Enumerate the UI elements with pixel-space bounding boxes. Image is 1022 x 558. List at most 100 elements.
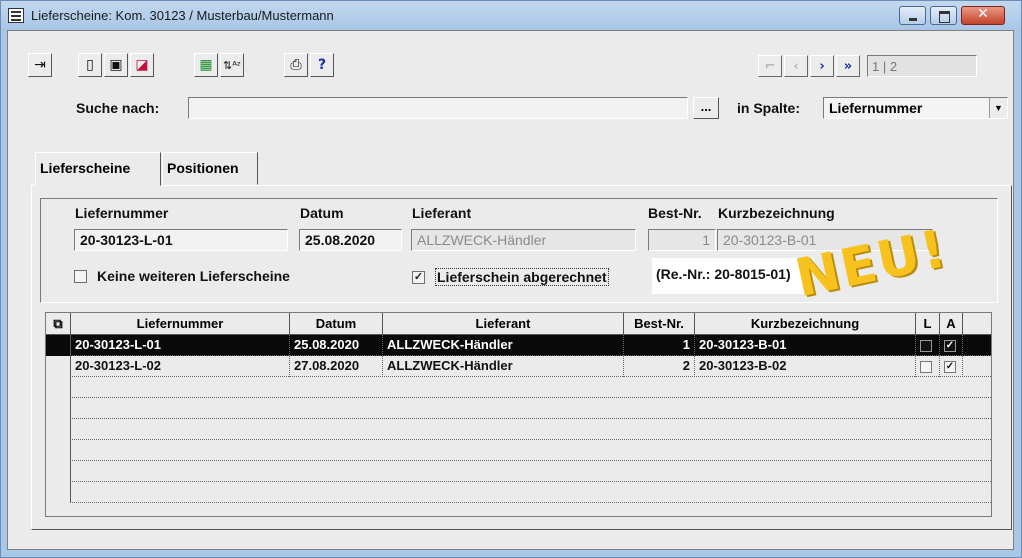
cell-kurzbezeichnung[interactable]: 20-30123-B-02 — [695, 356, 916, 377]
row-header[interactable] — [46, 461, 71, 482]
cell-l[interactable] — [916, 356, 940, 377]
column-label: in Spalte: — [737, 100, 801, 116]
next-page-icon: › — [819, 58, 825, 74]
prev-page-button[interactable]: ‹ — [784, 55, 808, 77]
lieferant-label: Lieferant — [412, 205, 472, 221]
col-header-lieferant[interactable]: Lieferant — [383, 313, 624, 335]
cell-bestnr[interactable]: 1 — [624, 335, 695, 356]
row-header[interactable] — [46, 398, 71, 419]
row-header[interactable] — [46, 377, 71, 398]
table-row-empty[interactable] — [46, 461, 991, 482]
a-checkbox[interactable]: ✓ — [944, 339, 956, 352]
close-icon: ✕ — [977, 6, 989, 22]
cell-datum[interactable]: 25.08.2020 — [290, 335, 383, 356]
lieferant-field: ALLZWECK-Händler — [411, 229, 636, 251]
cell-l[interactable] — [916, 335, 940, 356]
liefernummer-label: Liefernummer — [75, 205, 169, 221]
table-row[interactable]: 20-30123-L-02 27.08.2020 ALLZWECK-Händle… — [46, 356, 991, 377]
exit-icon: ⇥ — [34, 57, 46, 73]
keine-weiteren-checkbox[interactable]: Keine weiteren Lieferscheine — [74, 268, 290, 284]
abgerechnet-label: Lieferschein abgerechnet — [435, 268, 609, 286]
table-header: ⧉ Liefernummer Datum Lieferant Best-Nr. … — [46, 313, 991, 335]
row-header[interactable] — [46, 335, 71, 356]
print-button[interactable]: ⎙ — [284, 53, 308, 77]
last-page-button[interactable]: » — [836, 55, 860, 77]
liefernummer-field[interactable]: 20-30123-L-01 — [74, 229, 288, 251]
bestnr-label: Best-Nr. — [648, 205, 702, 221]
maximize-button[interactable] — [930, 6, 957, 25]
invoice-number-note: (Re.-Nr.: 20-8015-01) — [652, 258, 814, 294]
table-row-empty[interactable] — [46, 398, 991, 419]
app-list-icon[interactable] — [8, 8, 24, 23]
table-row-empty[interactable] — [46, 440, 991, 461]
col-header-kurzbezeichnung[interactable]: Kurzbezeichnung — [695, 313, 916, 335]
col-header-datum[interactable]: Datum — [290, 313, 383, 335]
sort-az-icon: ⇅ᴬᶻ — [223, 58, 241, 72]
sort-button[interactable]: ⇅ᴬᶻ — [220, 53, 244, 77]
search-input[interactable] — [188, 97, 688, 119]
first-page-icon: ⌐ — [764, 58, 776, 74]
bestnr-field: 1 — [648, 229, 716, 251]
abgerechnet-checkbox[interactable]: ✓ Lieferschein abgerechnet — [412, 268, 609, 286]
row-header[interactable] — [46, 419, 71, 440]
window-title: Lieferscheine: Kom. 30123 / Musterbau/Mu… — [31, 8, 334, 23]
keine-weiteren-label: Keine weiteren Lieferscheine — [97, 268, 290, 284]
cell-a[interactable]: ✓ — [940, 356, 963, 377]
datum-field[interactable]: 25.08.2020 — [299, 229, 402, 251]
col-header-bestnr[interactable]: Best-Nr. — [624, 313, 695, 335]
row-header[interactable] — [46, 356, 71, 377]
export-icon: ▦ — [199, 57, 213, 73]
next-page-button[interactable]: › — [810, 55, 834, 77]
help-button[interactable]: ? — [310, 53, 334, 77]
cell-bestnr[interactable]: 2 — [624, 356, 695, 377]
close-button[interactable]: ✕ — [961, 6, 1005, 25]
col-header-liefernummer[interactable]: Liefernummer — [71, 313, 290, 335]
save-icon: ▣ — [109, 57, 123, 73]
copy-icon[interactable]: ⧉ — [46, 313, 71, 335]
save-button[interactable]: ▣ — [104, 53, 128, 77]
cell-liefernummer[interactable]: 20-30123-L-02 — [71, 356, 290, 377]
column-select[interactable]: Liefernummer ▼ — [823, 97, 1008, 119]
tab-positionen[interactable]: Positionen — [162, 152, 258, 185]
datum-label: Datum — [300, 205, 344, 221]
cell-liefernummer[interactable]: 20-30123-L-01 — [71, 335, 290, 356]
exit-button[interactable]: ⇥ — [28, 53, 52, 77]
new-button[interactable]: ▯ — [78, 53, 102, 77]
l-checkbox[interactable] — [920, 360, 932, 373]
row-header[interactable] — [46, 482, 71, 503]
table-row[interactable]: 20-30123-L-01 25.08.2020 ALLZWECK-Händle… — [46, 335, 991, 356]
minimize-button[interactable] — [899, 6, 926, 25]
cell-lieferant[interactable]: ALLZWECK-Händler — [383, 335, 624, 356]
print-icon: ⎙ — [290, 57, 302, 73]
edit-icon: ◪ — [135, 57, 149, 73]
cell-lieferant[interactable]: ALLZWECK-Händler — [383, 356, 624, 377]
new-document-icon: ▯ — [86, 57, 94, 73]
kurzbezeichnung-label: Kurzbezeichnung — [718, 205, 835, 221]
help-icon: ? — [317, 57, 327, 73]
cell-datum[interactable]: 27.08.2020 — [290, 356, 383, 377]
table-row-empty[interactable] — [46, 482, 991, 503]
col-header-l[interactable]: L — [916, 313, 940, 335]
table-row-empty[interactable] — [46, 377, 991, 398]
chevron-down-icon[interactable]: ▼ — [989, 98, 1007, 118]
edit-button[interactable]: ◪ — [130, 53, 154, 77]
column-select-value: Liefernummer — [829, 100, 923, 116]
row-header[interactable] — [46, 440, 71, 461]
prev-page-icon: ‹ — [793, 58, 799, 74]
export-button[interactable]: ▦ — [194, 53, 218, 77]
abgerechnet-checkbox-box[interactable]: ✓ — [412, 270, 425, 284]
search-label: Suche nach: — [76, 100, 160, 116]
col-header-a[interactable]: A — [940, 313, 963, 335]
title-bar[interactable]: Lieferscheine: Kom. 30123 / Musterbau/Mu… — [1, 1, 1021, 31]
a-checkbox[interactable]: ✓ — [944, 360, 956, 373]
cell-kurzbezeichnung[interactable]: 20-30123-B-01 — [695, 335, 916, 356]
tab-lieferscheine[interactable]: Lieferscheine — [35, 152, 161, 186]
table-row-empty[interactable] — [46, 419, 991, 440]
cell-a[interactable]: ✓ — [940, 335, 963, 356]
page-indicator: 1 | 2 — [867, 55, 977, 77]
search-more-button[interactable]: ... — [693, 97, 719, 119]
last-page-icon: » — [843, 58, 853, 74]
keine-weiteren-checkbox-box[interactable] — [74, 269, 87, 283]
first-page-button[interactable]: ⌐ — [758, 55, 782, 77]
l-checkbox[interactable] — [920, 339, 932, 352]
